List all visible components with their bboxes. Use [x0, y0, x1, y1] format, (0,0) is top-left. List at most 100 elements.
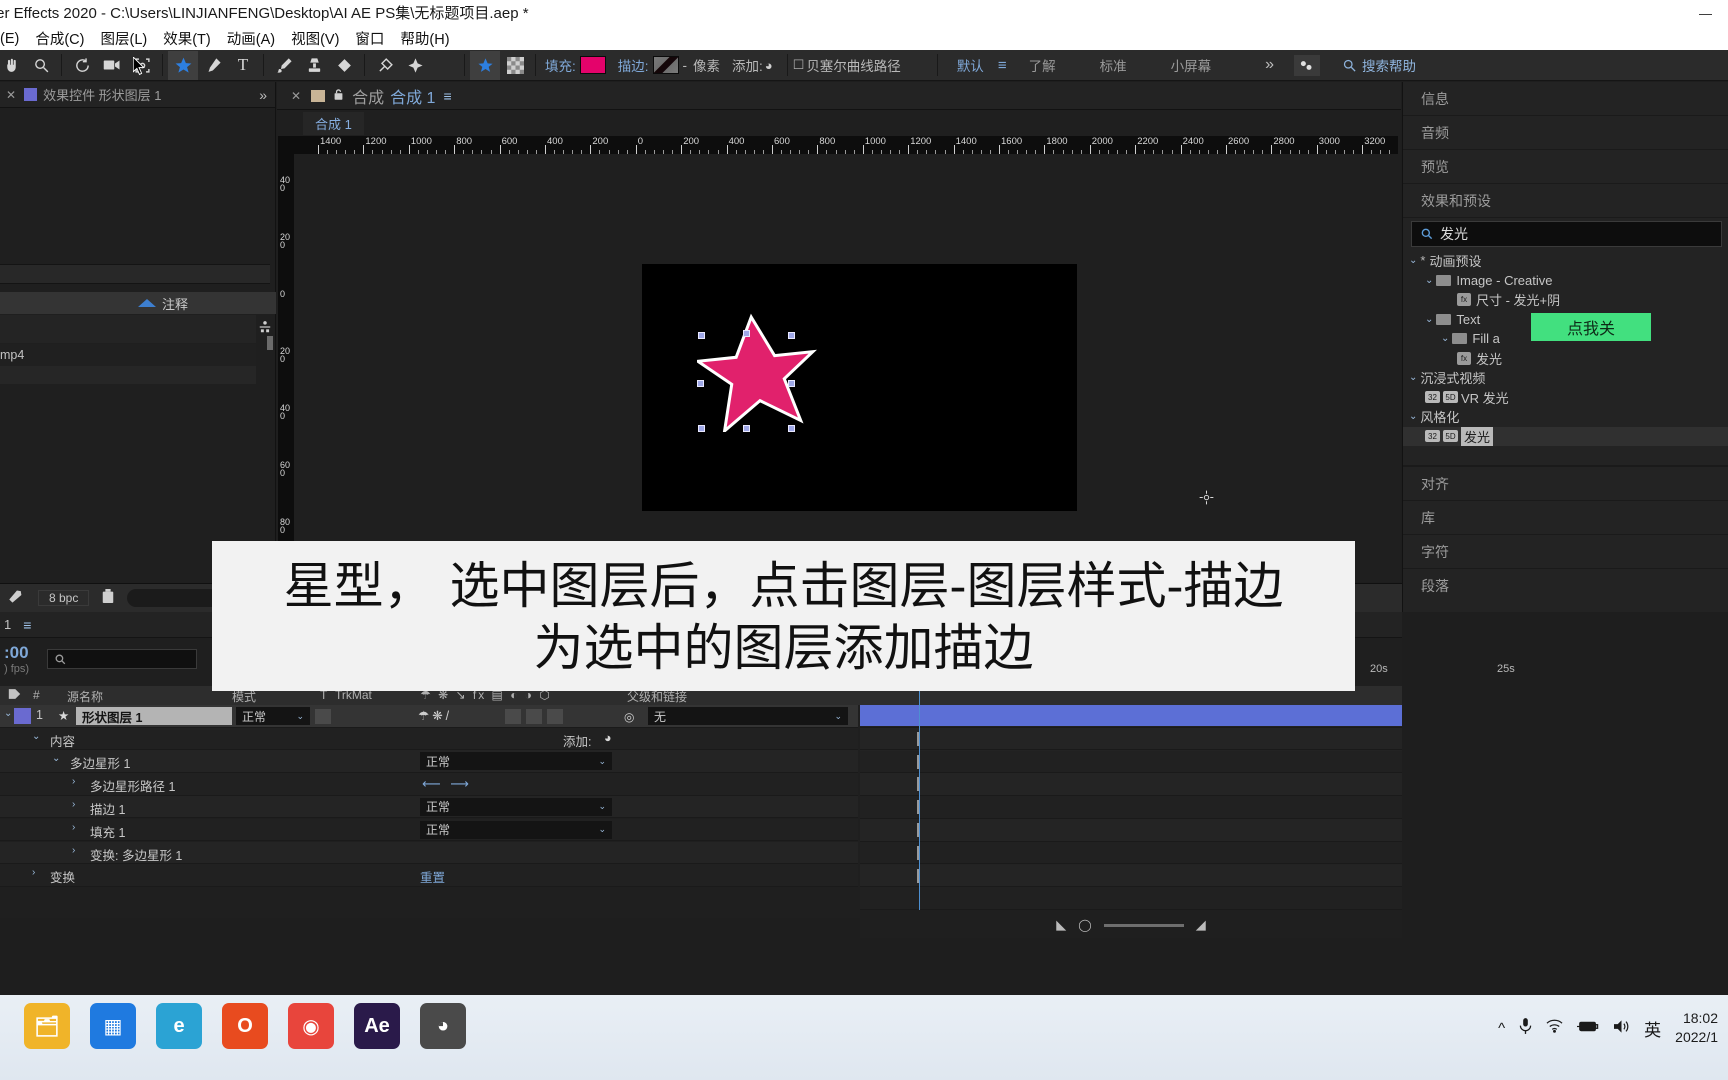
effects-tree-row[interactable]: ⌄ 沉浸式视频	[1403, 368, 1728, 388]
track-row[interactable]	[860, 864, 1402, 888]
panel-overflow-icon[interactable]: »	[259, 87, 275, 103]
path-direction-icons[interactable]: ⟵ ⟶	[422, 776, 472, 792]
office-icon[interactable]: O	[222, 1003, 268, 1049]
timeline-property-row[interactable]: ⌄ 内容 添加: ◕	[0, 727, 858, 750]
bezier-path-label[interactable]: 贝塞尔曲线路径	[806, 55, 907, 75]
track-row[interactable]	[860, 773, 1402, 796]
column-header-index[interactable]: #	[33, 688, 40, 702]
menu-item-edit[interactable]: (E)	[0, 31, 27, 47]
hand-tool[interactable]	[0, 51, 26, 80]
timeline-property-row[interactable]: › 多边星形路径 1 ⟵ ⟶	[0, 773, 858, 796]
layer-blend-mode-dropdown[interactable]: 正常 ⌄	[236, 707, 310, 725]
selection-handle[interactable]	[743, 425, 750, 432]
track-row[interactable]	[860, 796, 1402, 819]
panel-tab-paragraph[interactable]: 段落	[1403, 568, 1728, 602]
workspace-menu-icon[interactable]: ≡	[998, 57, 1007, 74]
menu-item-animation[interactable]: 动画(A)	[219, 28, 283, 49]
disclosure-chevron-icon[interactable]: ›	[32, 867, 35, 878]
project-item-row[interactable]	[0, 315, 256, 343]
roto-brush-tool[interactable]	[370, 51, 400, 80]
edge-icon[interactable]: e	[156, 1003, 202, 1049]
transparency-grid-icon[interactable]	[500, 51, 530, 80]
rotation-tool[interactable]	[67, 51, 97, 80]
project-item-mp4[interactable]: mp4	[0, 344, 256, 366]
workspace-learn[interactable]: 了解	[1007, 55, 1070, 75]
selection-handle[interactable]	[697, 380, 704, 387]
menu-item-help[interactable]: 帮助(H)	[392, 28, 457, 49]
effect-controls-tab-label[interactable]: 效果控件 形状图层 1	[43, 85, 161, 104]
switch-box[interactable]	[526, 709, 542, 724]
effects-tree-row[interactable]: fx 尺寸 - 发光+阴	[1403, 290, 1728, 310]
timeline-property-row[interactable]: › 变换 重置	[0, 864, 858, 887]
media-app-icon[interactable]: ◕	[420, 1003, 466, 1049]
effects-tree-row[interactable]: ⌄ 风格化	[1403, 407, 1728, 427]
star-shape[interactable]	[697, 312, 817, 432]
disclosure-chevron-icon[interactable]: ›	[72, 799, 75, 810]
menu-item-window[interactable]: 窗口	[347, 28, 392, 49]
timeline-property-row[interactable]: › 变换: 多边星形 1	[0, 841, 858, 864]
project-item-row-2[interactable]	[0, 366, 256, 384]
selection-handle[interactable]	[698, 425, 705, 432]
timeline-property-row[interactable]: › 填充 1 正常 ⌄	[0, 818, 858, 842]
taskbar-clock[interactable]: 18:02 2022/1	[1675, 1009, 1718, 1047]
shape-tool[interactable]	[168, 50, 198, 80]
breadcrumb-comp-1[interactable]: 合成 1	[303, 111, 364, 135]
menu-item-layer[interactable]: 图层(L)	[92, 28, 155, 49]
layer-duration-bar[interactable]	[860, 705, 1402, 726]
zoom-out-icon[interactable]: ◣	[1056, 917, 1066, 933]
disclosure-chevron-icon[interactable]: ⌄	[52, 753, 60, 764]
chevron-down-icon[interactable]: ⌄	[1409, 255, 1417, 266]
effects-tree-row[interactable]: 32 5D 发光	[1403, 426, 1728, 446]
show-hidden-icons-icon[interactable]: ^	[1498, 1020, 1505, 1037]
zoom-tool[interactable]	[26, 51, 56, 80]
chevron-down-icon[interactable]: ⌄	[1409, 411, 1417, 422]
panel-tab-library[interactable]: 库	[1403, 500, 1728, 534]
fill-color-swatch[interactable]	[579, 56, 606, 74]
panel-tab-preview[interactable]: 预览	[1403, 150, 1728, 184]
workspace-default[interactable]: 默认	[943, 55, 998, 75]
shape-preview-icon[interactable]	[470, 50, 500, 80]
layer-name[interactable]: 形状图层 1	[76, 707, 232, 725]
track-row[interactable]	[860, 841, 1402, 865]
parent-link-dropdown[interactable]: 无 ⌄	[648, 707, 848, 725]
timeline-track-area[interactable]	[860, 705, 1402, 910]
timeline-property-row[interactable]: › 描边 1 正常 ⌄	[0, 795, 858, 819]
effect-controls-field[interactable]	[0, 264, 270, 284]
search-icon[interactable]	[1342, 58, 1357, 73]
disclosure-chevron-icon[interactable]: ›	[72, 776, 75, 787]
selection-handle[interactable]	[788, 380, 795, 387]
selection-handle[interactable]	[698, 332, 705, 339]
vertical-scrollbar[interactable]	[267, 336, 273, 350]
track-row[interactable]	[860, 819, 1402, 842]
microphone-icon[interactable]	[1519, 1017, 1532, 1039]
puppet-pin-tool[interactable]	[400, 51, 430, 80]
timeline-layer-row[interactable]: ⌄ 1 ★ 形状图层 1 正常 ⌄ ☂❋/ ◎ 无 ⌄	[0, 705, 858, 728]
file-explorer-icon[interactable]: 🗂	[24, 1003, 70, 1049]
bit-depth-label[interactable]: 8 bpc	[38, 590, 90, 606]
trkmat-swatch[interactable]	[315, 709, 331, 724]
minimize-button[interactable]: —	[1683, 0, 1728, 27]
panel-tab-audio[interactable]: 音频	[1403, 116, 1728, 150]
composition-tab-name[interactable]: 合成 1	[390, 84, 435, 108]
effects-tree-row[interactable]: fx 发光	[1403, 349, 1728, 369]
timeline-search-input[interactable]	[47, 649, 198, 669]
effects-presets-tree[interactable]: ⌄ * 动画预设 ⌄ Image - Creative fx 尺寸 - 发光+阴 ⌄ Text ⌄…	[1403, 251, 1728, 446]
effects-tree-row[interactable]: ⌄ Image - Creative	[1403, 271, 1728, 291]
selection-handle[interactable]	[788, 332, 795, 339]
selection-handle[interactable]	[788, 425, 795, 432]
chrome-icon[interactable]: ◉	[288, 1003, 334, 1049]
battery-icon[interactable]	[1577, 1020, 1599, 1037]
effects-search-input[interactable]: 发光	[1411, 221, 1722, 247]
panel-tab-character[interactable]: 字符	[1403, 534, 1728, 568]
volume-icon[interactable]	[1613, 1019, 1630, 1038]
workspace-overflow-icon[interactable]: »	[1225, 56, 1274, 74]
zoom-slider-track[interactable]	[1103, 923, 1184, 927]
track-row[interactable]	[860, 750, 1402, 774]
camera-tool[interactable]	[97, 51, 127, 80]
add-property-icon[interactable]: ◕	[604, 731, 612, 745]
promo-button[interactable]: 点我关	[1531, 313, 1651, 341]
chevron-down-icon[interactable]: ⌄	[1425, 275, 1433, 286]
zoom-slider-thumb[interactable]: ◯	[1078, 918, 1091, 932]
lock-icon[interactable]	[333, 88, 344, 104]
effects-tree-row[interactable]: ⌄ * 动画预设	[1403, 251, 1728, 271]
